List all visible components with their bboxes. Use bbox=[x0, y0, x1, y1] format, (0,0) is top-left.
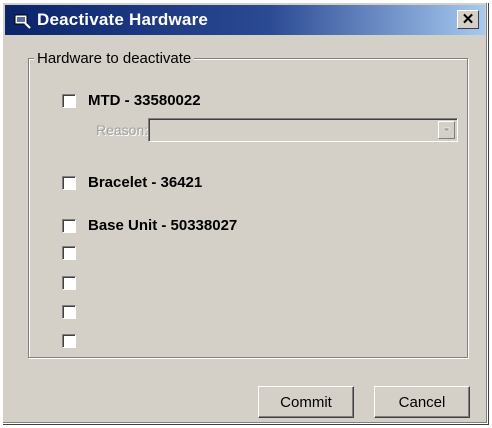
checkbox-label-bracelet: Bracelet - 36421 bbox=[88, 174, 203, 191]
close-icon: ✕ bbox=[461, 11, 475, 28]
reason-dropdown-button[interactable] bbox=[438, 121, 455, 139]
checkbox-empty-2[interactable] bbox=[62, 276, 76, 290]
checkbox-row-base-unit[interactable]: Base Unit - 50338027 bbox=[62, 217, 237, 234]
checkbox-row-empty-2[interactable] bbox=[62, 276, 88, 290]
checkbox-bracelet[interactable] bbox=[62, 175, 76, 190]
commit-button[interactable]: Commit bbox=[258, 386, 354, 418]
checkbox-mtd[interactable] bbox=[62, 93, 76, 108]
checkbox-empty-3[interactable] bbox=[62, 305, 76, 319]
hardware-icon bbox=[14, 14, 31, 29]
chevron-down-icon bbox=[442, 127, 451, 133]
close-button[interactable]: ✕ bbox=[457, 10, 479, 29]
checkbox-base-unit[interactable] bbox=[62, 218, 76, 233]
checkbox-row-empty-3[interactable] bbox=[62, 305, 88, 319]
reason-dropdown[interactable] bbox=[148, 118, 458, 142]
checkbox-row-mtd[interactable]: MTD - 33580022 bbox=[62, 92, 201, 109]
dialog-title: Deactivate Hardware bbox=[37, 10, 209, 29]
checkbox-empty-1[interactable] bbox=[62, 246, 76, 260]
reason-label: Reason: bbox=[96, 122, 149, 138]
checkbox-row-empty-1[interactable] bbox=[62, 246, 88, 260]
cancel-button[interactable]: Cancel bbox=[374, 386, 470, 418]
checkbox-label-base-unit: Base Unit - 50338027 bbox=[88, 217, 238, 234]
checkbox-row-empty-4[interactable] bbox=[62, 334, 88, 348]
title-bar[interactable]: Deactivate Hardware ✕ bbox=[5, 5, 485, 35]
groupbox-legend: Hardware to deactivate bbox=[34, 50, 195, 67]
checkbox-empty-4[interactable] bbox=[62, 334, 76, 348]
checkbox-row-bracelet[interactable]: Bracelet - 36421 bbox=[62, 174, 202, 191]
checkbox-label-mtd: MTD - 33580022 bbox=[88, 92, 201, 109]
